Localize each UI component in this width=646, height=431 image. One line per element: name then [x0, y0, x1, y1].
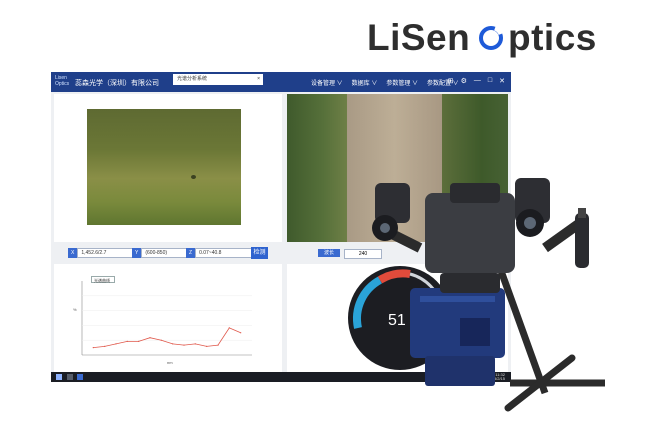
- app-logo: Lisen Optics: [55, 75, 69, 87]
- data-point: [149, 337, 151, 339]
- data-point: [172, 343, 174, 345]
- wavelength-label: 波长: [318, 249, 340, 257]
- spectrometer-unit: [410, 288, 505, 386]
- y-axis-label: %: [73, 307, 77, 312]
- spectrum-chart-svg: % nm: [73, 281, 252, 365]
- title-bar: Lisen Optics 蕊森光学（深圳）有限公司 光谱分析系统 × 设备管理 …: [51, 72, 511, 92]
- param-x-input[interactable]: 1,452.6/2.7: [77, 248, 135, 258]
- data-point: [104, 345, 106, 347]
- data-point: [217, 344, 219, 346]
- target-spot: [191, 175, 196, 179]
- param-x-label: X: [68, 248, 78, 258]
- brand-name-part2: ptics: [508, 17, 597, 58]
- chart-legend: 光谱曲线: [91, 276, 115, 283]
- x-axis-label: nm: [167, 360, 173, 365]
- app-taskbar-icon[interactable]: [77, 374, 83, 380]
- data-point: [92, 347, 94, 349]
- param-z-input[interactable]: 0.07~40.8: [195, 248, 253, 258]
- menu-bar: 设备管理 ∨ 数据库 ∨ 参数管理 ∨ 参数配置 ∨: [311, 78, 459, 87]
- param-z: Z 0.07~40.8 ▾: [186, 248, 260, 258]
- data-point: [138, 340, 140, 342]
- search-icon[interactable]: [67, 374, 73, 380]
- close-icon[interactable]: ×: [257, 74, 260, 85]
- aerial-field-left: [287, 94, 347, 242]
- maximize-icon[interactable]: □: [488, 77, 492, 85]
- start-icon[interactable]: [56, 374, 62, 380]
- window-controls: ⊞ ⚙ — □ ✕: [448, 77, 505, 85]
- data-point: [206, 345, 208, 347]
- settings-icon[interactable]: ⚙: [461, 77, 467, 85]
- detect-button[interactable]: 检测: [251, 247, 268, 259]
- gauge-reading: 51: [388, 312, 406, 329]
- window-close-icon[interactable]: ✕: [499, 77, 505, 85]
- floating-tab-label: 光谱分析系统: [177, 76, 208, 82]
- data-point: [240, 332, 242, 334]
- data-point: [115, 343, 117, 345]
- menu-parameters[interactable]: 参数管理 ∨: [386, 78, 418, 87]
- brand-logo: LiSen ptics: [367, 14, 622, 62]
- layout-icon[interactable]: ⊞: [448, 77, 454, 85]
- app-logo-line2: Optics: [55, 81, 70, 87]
- data-point: [183, 344, 185, 346]
- side-lights: [575, 208, 589, 268]
- data-point: [194, 343, 196, 345]
- series-line-spectrum: [93, 327, 241, 348]
- param-y-label: Y: [132, 248, 142, 258]
- menu-database[interactable]: 数据库 ∨: [352, 78, 378, 87]
- app-title: 蕊森光学（深圳）有限公司: [75, 80, 159, 87]
- minimize-icon[interactable]: —: [474, 77, 481, 85]
- param-x: X 1,452.6/2.7 ▾: [68, 248, 142, 258]
- param-z-label: Z: [186, 248, 196, 258]
- data-point: [160, 339, 162, 341]
- data-point: [228, 327, 230, 329]
- logo-o-ring-icon: [479, 26, 503, 50]
- camera-image: [87, 109, 241, 225]
- drone-gimbal-illustration: 51: [348, 178, 605, 412]
- data-point: [126, 340, 128, 342]
- floating-tab[interactable]: 光谱分析系统 ×: [173, 74, 263, 85]
- brand-name-part1: LiSen: [367, 17, 471, 58]
- spectrum-chart: % nm: [72, 273, 260, 366]
- menu-device[interactable]: 设备管理 ∨: [311, 78, 343, 87]
